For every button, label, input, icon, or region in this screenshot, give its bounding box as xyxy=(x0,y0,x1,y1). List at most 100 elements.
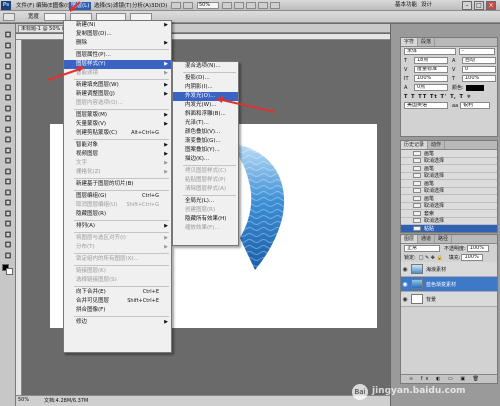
background-color-swatch[interactable] xyxy=(6,268,13,275)
layers-footer-buttons[interactable]: ∞ fx ◐ ▭ ▣ 🗑 xyxy=(401,374,497,383)
eyedropper-tool-icon[interactable] xyxy=(3,83,13,92)
text-color-swatch[interactable] xyxy=(465,84,484,91)
antialias-select[interactable]: 锐利 xyxy=(460,102,491,109)
layer-row[interactable]: ◉ 蓝色渐变素材 xyxy=(401,277,497,292)
status-zoom[interactable]: 50% xyxy=(18,396,36,405)
hand-tool-icon[interactable] xyxy=(3,240,13,249)
view-extras-button[interactable] xyxy=(183,2,193,9)
hand-tool-button[interactable] xyxy=(222,2,232,9)
layer-menu-item[interactable]: 排列(A) ▶ xyxy=(64,222,171,231)
path-select-tool-icon[interactable] xyxy=(3,198,13,207)
tab-layers[interactable]: 图层 xyxy=(401,235,419,243)
layer-menu-item[interactable]: 矢量蒙版(V) ▶ xyxy=(64,120,171,129)
eraser-tool-icon[interactable] xyxy=(3,135,13,144)
tab-paragraph[interactable]: 段落 xyxy=(418,38,436,46)
layer-style-item[interactable]: 斜面和浮雕(B)... xyxy=(173,110,238,119)
baseline-shift-field[interactable]: 0点 xyxy=(414,84,448,91)
shape-tool-icon[interactable] xyxy=(3,209,13,218)
pen-tool-icon[interactable] xyxy=(3,177,13,186)
tracking-field[interactable]: 0 xyxy=(462,66,496,73)
history-state[interactable]: 画笔 xyxy=(401,165,497,173)
layer-style-item[interactable]: 颜色叠加(V)... xyxy=(173,128,238,137)
layer-menu-item[interactable]: 复制图层(D)... xyxy=(64,30,171,39)
text-style-buttons[interactable]: T T TT Tt T' T, T ∓ xyxy=(401,92,497,101)
close-icon[interactable]: × xyxy=(486,1,496,10)
menu-3[interactable]: 图层(L) xyxy=(69,2,92,10)
layer-menu-item[interactable]: 新建基于图层的切片(B) xyxy=(64,180,171,189)
layer-style-item[interactable]: 内发光(W)... xyxy=(173,101,238,110)
horizontal-scale-field[interactable]: 100% xyxy=(462,75,496,82)
layer-menu-item[interactable]: 图层属性(P)... xyxy=(64,51,171,60)
marquee-tool-icon[interactable] xyxy=(3,41,13,50)
layer-menu-item[interactable]: 创建剪贴蒙版(C) Alt+Ctrl+G xyxy=(64,129,171,138)
tab-actions[interactable]: 动作 xyxy=(428,141,446,149)
tab-channels[interactable]: 通道 xyxy=(418,235,436,243)
crop-tool-icon[interactable] xyxy=(3,72,13,81)
history-state[interactable]: 套索 xyxy=(401,210,497,218)
tool-preset-picker[interactable] xyxy=(3,13,15,21)
layer-menu-item[interactable]: 智能对象 ▶ xyxy=(64,141,171,150)
visibility-eye-icon[interactable]: ◉ xyxy=(401,266,409,273)
font-family-select[interactable]: 宋体 xyxy=(404,48,456,55)
layer-style-item[interactable]: 隐藏所有效果(H) xyxy=(173,215,238,224)
leading-field[interactable]: 自动 xyxy=(462,57,496,64)
visibility-eye-icon[interactable]: ◉ xyxy=(401,296,409,303)
menu-7[interactable]: 3D(D) xyxy=(149,2,169,10)
layer-menu-item[interactable]: 图层编组(G) Ctrl+G xyxy=(64,192,171,201)
3d-orbit-tool-icon[interactable] xyxy=(3,230,13,239)
brush-tool-icon[interactable] xyxy=(3,104,13,113)
layer-row[interactable]: ◉ 背景 xyxy=(401,292,497,307)
workspace-switcher[interactable]: 基本功能 xyxy=(395,1,417,10)
history-state[interactable]: 取消选择 xyxy=(401,157,497,165)
blur-tool-icon[interactable] xyxy=(3,156,13,165)
quick-select-tool-icon[interactable] xyxy=(3,62,13,71)
layer-menu-item[interactable]: 合并可见图层 Shift+Ctrl+E xyxy=(64,297,171,306)
history-state[interactable]: 取消选择 xyxy=(401,217,497,225)
minimize-icon[interactable]: – xyxy=(462,1,472,10)
tab-paths[interactable]: 路径 xyxy=(435,235,453,243)
tab-history[interactable]: 历史记录 xyxy=(401,141,429,149)
dodge-tool-icon[interactable] xyxy=(3,167,13,176)
history-state[interactable]: 画笔 xyxy=(401,195,497,203)
layer-style-item[interactable]: 内阴影(I)... xyxy=(173,83,238,92)
blend-mode-select[interactable]: 正常 xyxy=(404,245,440,252)
history-state[interactable]: 取消选择 xyxy=(401,202,497,210)
layer-menu-item[interactable]: 删除 ▶ xyxy=(64,39,171,48)
screen-mode-button[interactable] xyxy=(270,2,280,9)
layer-style-item[interactable]: 图案叠加(Y)... xyxy=(173,146,238,155)
lasso-tool-icon[interactable] xyxy=(3,51,13,60)
layer-menu-item[interactable]: 新建填充图层(W) ▶ xyxy=(64,81,171,90)
lock-icons[interactable]: □ ✎ ✥ 🔒 xyxy=(419,255,443,261)
zoom-level-select[interactable]: 50% xyxy=(197,2,219,9)
tab-character[interactable]: 字符 xyxy=(401,38,419,46)
font-size-field[interactable]: 18点 xyxy=(414,57,448,64)
language-select[interactable]: 美国英语 xyxy=(404,102,448,109)
history-state[interactable]: 画笔 xyxy=(401,180,497,188)
zoom-tool-button[interactable] xyxy=(234,2,244,9)
layer-style-item[interactable]: 全局光(L)... xyxy=(173,197,238,206)
healing-tool-icon[interactable] xyxy=(3,93,13,102)
layer-menu-item[interactable]: 图层蒙版(M) ▶ xyxy=(64,111,171,120)
fill-field[interactable]: 100% xyxy=(461,254,484,261)
layer-style-item[interactable]: 渐变叠加(G)... xyxy=(173,137,238,146)
history-state[interactable]: 取消选择 xyxy=(401,187,497,195)
layer-menu-item[interactable]: 新建调整图层(J) ▶ xyxy=(64,90,171,99)
restore-icon[interactable]: □ xyxy=(474,1,484,10)
layer-style-item[interactable]: 投影(D)... xyxy=(173,74,238,83)
layer-style-item[interactable]: 混合选项(N)... xyxy=(173,62,238,71)
font-style-select[interactable]: - xyxy=(459,48,495,55)
layer-menu-item[interactable]: 图层样式(Y) ▶ xyxy=(64,60,171,69)
3d-rotate-tool-icon[interactable] xyxy=(3,219,13,228)
design-workspace[interactable]: 设计 xyxy=(421,1,432,10)
opacity-field[interactable]: 100% xyxy=(466,245,489,252)
launch-bridge-button[interactable] xyxy=(171,2,181,9)
arrange-documents-button[interactable] xyxy=(258,2,268,9)
layer-style-item[interactable]: 描边(K)... xyxy=(173,155,238,164)
layer-menu-item[interactable]: 隐藏图层(R) xyxy=(64,210,171,219)
rotate-view-button[interactable] xyxy=(246,2,256,9)
gradient-tool-icon[interactable] xyxy=(3,146,13,155)
history-state[interactable]: 画笔 xyxy=(401,150,497,158)
clone-stamp-tool-icon[interactable] xyxy=(3,114,13,123)
move-tool-icon[interactable] xyxy=(3,30,13,39)
vertical-scale-field[interactable]: 100% xyxy=(414,75,448,82)
